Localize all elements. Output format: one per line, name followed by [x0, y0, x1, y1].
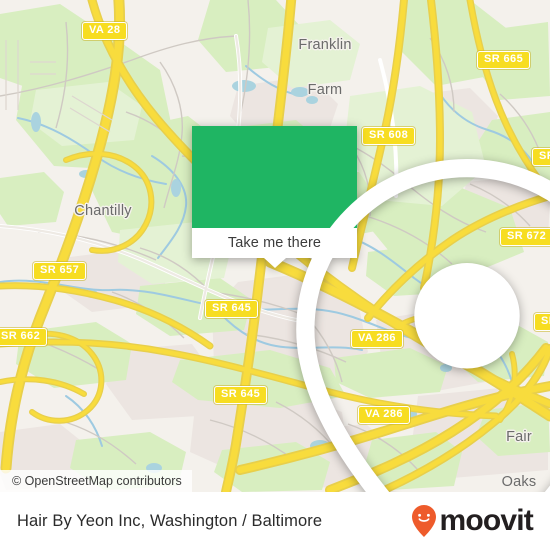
route-shield-va-28: VA 28: [82, 22, 128, 40]
footer-bar: Hair By Yeon Inc, Washington / Baltimore…: [0, 492, 550, 550]
map-canvas[interactable]: Franklin Farm Chantilly Fair Oaks VA 28 …: [0, 0, 550, 492]
osm-attribution[interactable]: © OpenStreetMap contributors: [0, 470, 192, 492]
popup-tail: [263, 258, 286, 268]
moovit-brand[interactable]: moovit: [411, 504, 534, 538]
map-pin-icon: [296, 159, 550, 492]
location-popup-card[interactable]: Take me there: [192, 126, 550, 492]
moovit-map-screenshot: Franklin Farm Chantilly Fair Oaks VA 28 …: [0, 0, 550, 550]
route-shield-sr-657: SR 657: [33, 262, 87, 280]
take-me-there-label: Take me there: [227, 235, 322, 251]
route-shield-sr-662: SR 662: [0, 328, 48, 346]
moovit-wordmark: moovit: [439, 504, 533, 537]
popup-header: [192, 126, 550, 492]
route-shield-sr-665: SR 665: [477, 51, 531, 69]
moovit-smiley-pin-icon: [412, 505, 437, 537]
location-title: Hair By Yeon Inc, Washington / Baltimore: [17, 511, 323, 530]
popup-footer[interactable]: Take me there: [192, 228, 357, 268]
